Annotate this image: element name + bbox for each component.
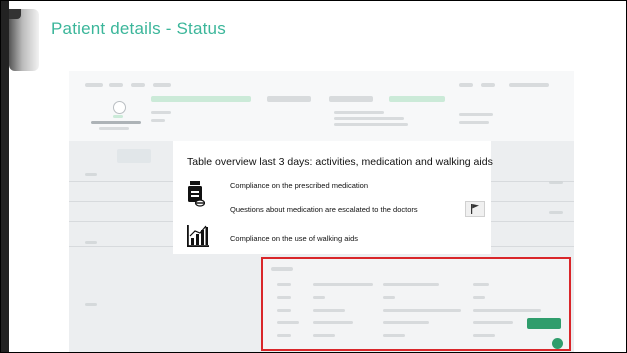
text-placeholder xyxy=(313,334,335,337)
status-placeholder xyxy=(113,115,123,118)
text-placeholder xyxy=(277,334,291,337)
text-placeholder xyxy=(277,309,291,312)
text-placeholder xyxy=(473,321,513,324)
text-placeholder xyxy=(383,321,429,324)
text-placeholder xyxy=(151,119,165,122)
text-placeholder xyxy=(85,241,97,244)
name-placeholder xyxy=(91,121,141,124)
decorative-notch xyxy=(9,9,21,19)
reply-button[interactable] xyxy=(527,318,561,329)
field-placeholder xyxy=(329,96,373,102)
overview-row-walking-aids: Compliance on the use of walking aids xyxy=(230,234,358,243)
text-placeholder xyxy=(85,303,97,306)
text-placeholder xyxy=(313,309,345,312)
overview-title: Table overview last 3 days: activities, … xyxy=(187,156,493,168)
app-header-area xyxy=(69,71,574,141)
text-placeholder xyxy=(277,296,291,299)
text-placeholder xyxy=(473,296,485,299)
status-bar-placeholder xyxy=(151,96,251,102)
overview-row-medication-compliance: Compliance on the prescribed medication xyxy=(230,181,368,190)
text-placeholder xyxy=(277,283,291,286)
text-placeholder xyxy=(99,127,129,130)
text-placeholder xyxy=(473,334,495,337)
slide-title: Patient details - Status xyxy=(51,19,226,38)
text-placeholder xyxy=(473,283,489,286)
text-placeholder xyxy=(473,309,541,312)
text-placeholder xyxy=(549,181,563,184)
questions-highlight-box xyxy=(261,257,571,351)
text-placeholder xyxy=(459,121,489,124)
text-placeholder xyxy=(85,173,97,176)
nav-placeholder xyxy=(131,83,145,87)
text-placeholder xyxy=(334,123,408,126)
bar-chart-icon xyxy=(187,225,209,252)
text-placeholder xyxy=(313,321,353,324)
text-placeholder xyxy=(334,111,384,114)
header-placeholder xyxy=(459,83,473,87)
text-placeholder xyxy=(383,283,439,286)
text-placeholder xyxy=(549,211,563,214)
text-placeholder xyxy=(383,296,395,299)
add-button[interactable] xyxy=(552,338,563,349)
overview-row-medication-questions: Questions about medication are escalated… xyxy=(230,205,418,214)
tab-placeholder xyxy=(117,149,151,163)
flag-icon xyxy=(471,204,479,214)
left-border-bar xyxy=(1,1,9,352)
header-placeholder xyxy=(509,83,549,87)
text-placeholder xyxy=(271,267,293,271)
text-placeholder xyxy=(151,111,171,114)
avatar xyxy=(113,101,126,114)
nav-placeholder xyxy=(153,83,171,87)
medication-icon xyxy=(187,181,206,212)
status-bar-placeholder xyxy=(389,96,445,102)
app-logo-placeholder xyxy=(85,83,103,87)
text-placeholder xyxy=(383,334,405,337)
flag-button[interactable] xyxy=(465,201,485,217)
text-placeholder xyxy=(383,309,461,312)
header-placeholder xyxy=(481,83,495,87)
text-placeholder xyxy=(313,283,373,286)
text-placeholder xyxy=(313,296,325,299)
slide: Patient details - Status Table overview … xyxy=(0,0,627,353)
text-placeholder xyxy=(277,321,299,324)
field-placeholder xyxy=(267,96,311,102)
nav-placeholder xyxy=(109,83,123,87)
text-placeholder xyxy=(459,113,493,116)
text-placeholder xyxy=(334,117,404,120)
